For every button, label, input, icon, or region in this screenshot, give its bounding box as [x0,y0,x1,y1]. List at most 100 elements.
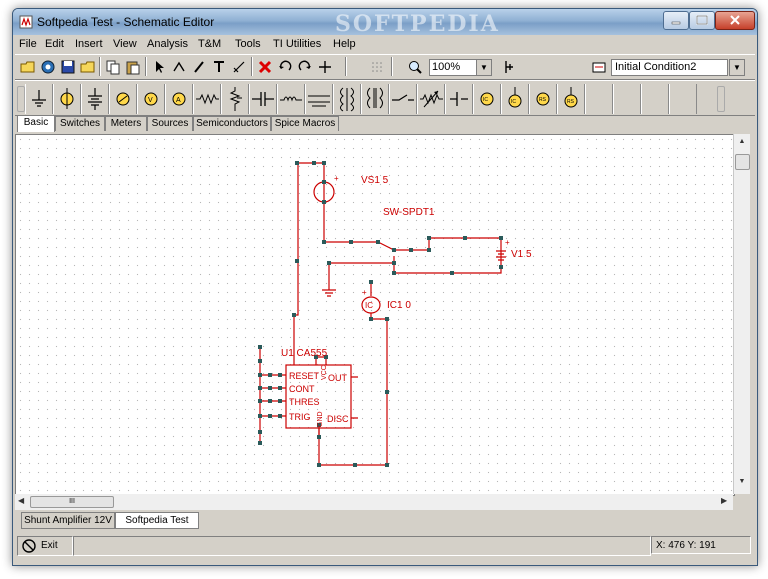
close-button[interactable] [715,11,755,30]
paste-button[interactable] [123,57,142,76]
voltage-source-button[interactable] [53,84,81,114]
menu-insert[interactable]: Insert [75,38,103,50]
pointer-button[interactable] [149,57,168,76]
zoom-select[interactable]: 100% [429,59,479,76]
open-button[interactable] [38,57,57,76]
coupled-inductor-icon [340,87,354,112]
svg-text:RS: RS [539,97,547,103]
ic1-button[interactable]: IC [473,84,501,114]
open-folder2-button[interactable] [78,57,97,76]
tab-spice-macros[interactable]: Spice Macros [271,116,339,131]
redo-button[interactable] [295,57,314,76]
minimize-button[interactable] [663,11,689,30]
empty-slot-4 [669,84,697,114]
menu-file[interactable]: File [19,38,37,50]
sheet-tab-softpedia-test[interactable]: Softpedia Test [115,512,199,529]
toolbar-scroll-left[interactable] [17,86,25,112]
open-folder-button[interactable] [18,57,37,76]
transformer2-button[interactable] [361,84,389,114]
open-icon [41,60,54,73]
menu-view[interactable]: View [113,38,137,50]
potentiometer-button[interactable] [221,84,249,114]
wire-button[interactable] [169,57,188,76]
delete-button[interactable] [255,57,274,76]
scroll-down-icon[interactable]: ▼ [734,478,750,490]
probe-button[interactable] [499,57,518,76]
toolbar-scroll-right[interactable] [717,86,725,112]
schematic-drawing[interactable]: + VS1 5 SW-SPDT1 + V1 5 + IC IC1 0 U1 CA… [16,135,734,495]
measure-icon [233,61,244,72]
ammeter-button[interactable]: A [165,84,193,114]
ic4-button[interactable]: RS [557,84,585,114]
svg-text:IC: IC [511,99,516,105]
battery-button[interactable] [81,84,109,114]
menu-help[interactable]: Help [333,38,356,50]
menu-edit[interactable]: Edit [45,38,64,50]
initial-condition-button[interactable] [589,57,608,76]
voltmeter-button[interactable]: V [137,84,165,114]
switch-button[interactable] [389,84,417,114]
ic4-icon: RS [564,87,578,108]
capacitor-icon [252,92,274,106]
menu-ti-utilities[interactable]: TI Utilities [273,38,321,50]
capacitor-button[interactable] [249,84,277,114]
initial-condition-select[interactable]: Initial Condition2 [611,59,728,76]
junction-button[interactable] [315,57,334,76]
variable-resistor-button[interactable] [417,84,445,114]
pin-gnd: GND [317,411,324,427]
menu-tm[interactable]: T&M [198,38,221,50]
ground-button[interactable] [25,84,53,114]
tab-sources[interactable]: Sources [147,116,193,131]
zoom-dropdown-button[interactable]: ▼ [476,59,492,76]
menu-tools[interactable]: Tools [235,38,261,50]
v1-label: V1 5 [511,249,532,260]
pen-button[interactable] [189,57,208,76]
ic2-button[interactable]: IC [501,84,529,114]
current-source-icon [116,92,130,106]
sheet-tab-shunt-amplifier[interactable]: Shunt Amplifier 12V [21,512,115,529]
voltmeter-icon: V [144,92,158,106]
copy-button[interactable] [103,57,122,76]
scroll-right-icon[interactable]: ▶ [721,496,727,505]
vertical-scrollbar[interactable]: ▲ ▼ [733,134,750,494]
tab-meters[interactable]: Meters [105,116,147,131]
current-source-button[interactable] [109,84,137,114]
inductor-button[interactable] [277,84,305,114]
hscroll-thumb[interactable]: III [30,496,114,508]
app-window: Softpedia Test - Schematic Editor SOFTPE… [12,8,758,566]
scroll-up-icon[interactable]: ▲ [734,138,750,150]
menu-analysis[interactable]: Analysis [147,38,188,50]
measure-button[interactable] [229,57,248,76]
sheet-tabs: Shunt Amplifier 12V Softpedia Test [15,512,755,530]
save-button[interactable] [58,57,77,76]
exit-label: Exit [41,540,58,551]
vs-label: VS1 5 [361,175,389,186]
schematic-canvas[interactable]: + VS1 5 SW-SPDT1 + V1 5 + IC IC1 0 U1 CA… [15,134,735,496]
zoom-button[interactable] [405,57,424,76]
app-icon [19,15,33,29]
ic1-icon: IC [480,92,494,106]
title-bar[interactable]: Softpedia Test - Schematic Editor SOFTPE… [13,9,757,37]
ic-plus-label: + [362,288,367,297]
capacitor-polarized-button[interactable] [445,84,473,114]
tab-basic[interactable]: Basic [17,115,55,132]
main-toolbar: 100% ▼ Initial Condition2 ▼ [15,54,755,80]
text-button[interactable] [209,57,228,76]
svg-text:RS: RS [567,99,575,105]
tab-semiconductors[interactable]: Semiconductors [193,116,271,131]
initial-condition-dropdown-button[interactable]: ▼ [729,59,745,76]
empty-slot-1 [585,84,613,114]
exit-button[interactable]: Exit [17,536,73,556]
scroll-thumb[interactable] [735,154,750,170]
copy-icon [106,60,119,74]
transformer-button[interactable] [305,84,333,114]
scroll-left-icon[interactable]: ◀ [18,496,24,505]
tab-switches[interactable]: Switches [55,116,105,131]
ic3-button[interactable]: RS [529,84,557,114]
horizontal-scrollbar[interactable]: ◀ III ▶ [15,494,733,510]
grid-button[interactable] [367,57,386,76]
resistor-button[interactable] [193,84,221,114]
coupled-inductor-button[interactable] [333,84,361,114]
undo-button[interactable] [275,57,294,76]
maximize-button[interactable] [689,11,715,30]
